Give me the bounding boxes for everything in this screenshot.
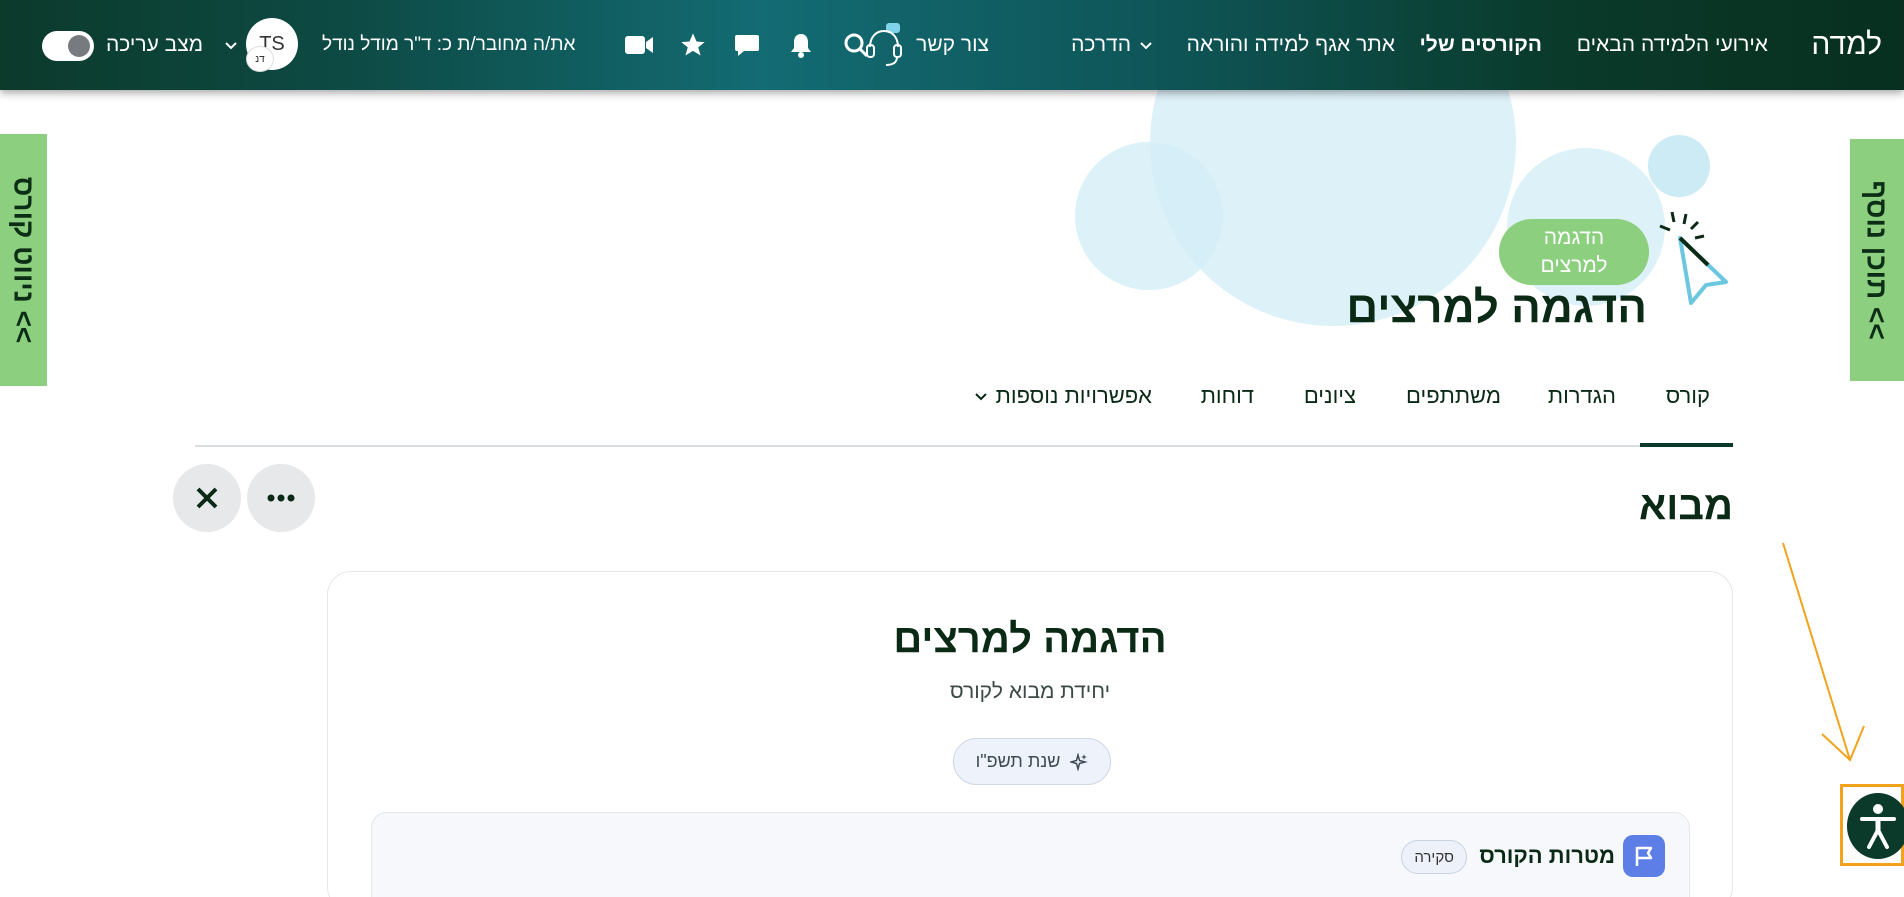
avatar-secondary-badge: דנ (246, 46, 274, 72)
course-goals-panel[interactable]: מטרות הקורס סקירה (371, 812, 1690, 897)
accessibility-button[interactable] (1840, 784, 1904, 866)
chevron-down-icon (225, 42, 237, 50)
messages-button[interactable] (729, 0, 765, 90)
page-title: הדגמה למרצים (1346, 283, 1647, 332)
tab-course[interactable]: קורס (1666, 383, 1710, 409)
collapse-section-button[interactable] (173, 464, 241, 532)
video-camera-icon (625, 36, 653, 54)
card-title: הדגמה למרצים (893, 617, 1167, 661)
nav-link-my-courses[interactable]: הקורסים שלי (1419, 0, 1542, 90)
logged-in-user-text: את/ה מחובר/ת כ: ד"ר מודל נודל (322, 34, 576, 55)
cursor-click-icon (1659, 211, 1728, 305)
tab-settings[interactable]: הגדרות (1548, 383, 1616, 409)
chevron-down-icon (974, 393, 987, 401)
nav-link-guidance: הדרכה (1071, 33, 1131, 56)
brand-logo[interactable]: למדה (1811, 0, 1882, 90)
tab-reports[interactable]: דוחות (1201, 383, 1254, 409)
search-button[interactable] (838, 0, 874, 90)
goal-title: מטרות הקורס (1479, 843, 1615, 868)
course-navigation-label: ניווט קורס << (8, 176, 40, 344)
video-button[interactable] (621, 0, 657, 90)
accessibility-icon (1860, 804, 1896, 849)
user-menu-chevron[interactable] (224, 0, 238, 90)
notifications-button[interactable] (783, 0, 819, 90)
bell-icon (791, 34, 811, 58)
chevron-down-icon (1140, 42, 1152, 50)
flag-icon (1635, 846, 1653, 866)
edit-mode-toggle[interactable] (42, 31, 94, 61)
search-icon (844, 33, 869, 58)
course-navigation-tab[interactable]: ניווט קורס << (0, 134, 47, 386)
nav-link-teaching-site[interactable]: אתר אגף למידה והוראה (1187, 0, 1395, 90)
section-title: מבוא (1638, 484, 1733, 528)
sparkle-icon (1070, 752, 1089, 771)
edit-mode-label: מצב עריכה (106, 33, 204, 56)
section-more-button[interactable] (247, 464, 315, 532)
top-navbar: למדה אירועי הלמידה הבאים הקורסים שלי אתר… (0, 0, 1904, 90)
star-icon (681, 33, 705, 56)
toggle-knob (68, 35, 90, 57)
favorites-button[interactable] (675, 0, 711, 90)
additional-content-label: תוכן נוסף << (1862, 180, 1894, 340)
tab-participants[interactable]: משתתפים (1406, 383, 1501, 409)
message-icon (735, 35, 759, 56)
contact-label: צור קשר (916, 33, 989, 56)
tab-more-options[interactable]: אפשרויות נוספות (974, 383, 1152, 409)
course-category-pill: הדגמה למרצים (1499, 219, 1649, 285)
more-dots-icon (267, 494, 295, 502)
nav-link-upcoming-events[interactable]: אירועי הלמידה הבאים (1577, 0, 1768, 90)
nav-dropdown-guidance[interactable]: הדרכה (1071, 0, 1153, 90)
active-tab-indicator (1640, 443, 1733, 447)
year-label: שנת תשפ"ו (975, 751, 1061, 771)
card-subtitle: יחידת מבוא לקורס (949, 680, 1111, 703)
year-chip: שנת תשפ"ו (953, 738, 1111, 785)
overview-badge: סקירה (1401, 840, 1467, 874)
tabs-divider (195, 445, 1733, 447)
decorative-circle (1648, 135, 1710, 197)
annotation-arrow-icon (1782, 542, 1865, 762)
tab-more-options-label: אפשרויות נוספות (995, 383, 1152, 408)
decorative-circle (1075, 142, 1223, 290)
tab-grades[interactable]: ציונים (1304, 383, 1356, 409)
course-category-label: הדגמה למרצים (1540, 226, 1608, 277)
additional-content-tab[interactable]: תוכן נוסף << (1850, 139, 1904, 381)
contact-button[interactable]: צור קשר (864, 0, 989, 90)
accessibility-circle (1847, 793, 1904, 859)
intro-card: הדגמה למרצים יחידת מבוא לקורס שנת תשפ"ו … (327, 571, 1733, 897)
goal-flag-badge (1623, 835, 1665, 877)
close-icon (196, 487, 218, 509)
